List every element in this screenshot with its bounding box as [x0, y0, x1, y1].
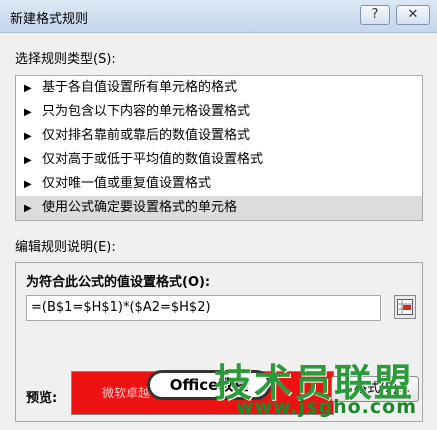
rule-type-item[interactable]: ▶ 仅对唯一值或重复值设置格式 [16, 172, 422, 196]
preview-label: 预览: [26, 391, 58, 406]
rule-type-item-label: 只为包含以下内容的单元格设置格式 [42, 104, 251, 119]
close-button[interactable]: ✕ [396, 5, 430, 25]
formula-input[interactable]: =(B$1=$H$1)*($A2=$H$2) [26, 295, 381, 321]
rule-type-item[interactable]: ▶ 基于各自值设置所有单元格的格式 [16, 76, 422, 100]
rule-type-item-label: 仅对唯一值或重复值设置格式 [42, 176, 212, 191]
triangle-right-icon: ▶ [24, 203, 32, 214]
window-title: 新建格式规则 [10, 12, 89, 27]
rule-type-label: 选择规则类型(S): [15, 52, 116, 67]
rule-type-item[interactable]: ▶ 仅对排名靠前或靠后的数值设置格式 [16, 124, 422, 148]
rule-type-item-label: 仅对排名靠前或靠后的数值设置格式 [42, 128, 251, 143]
rule-desc-label: 编辑规则说明(E): [15, 240, 116, 255]
title-bar: 新建格式规则 ? ✕ [0, 0, 437, 33]
rule-type-list: ▶ 基于各自值设置所有单元格的格式 ▶ 只为包含以下内容的单元格设置格式 ▶ 仅对排名… [15, 75, 423, 221]
triangle-right-icon: ▶ [24, 155, 32, 166]
rule-type-item-selected[interactable]: ▶ 使用公式确定要设置格式的单元格 [16, 196, 422, 220]
watermark-url: www.jsgho.com [236, 396, 417, 418]
rule-type-item-label: 使用公式确定要设置格式的单元格 [42, 200, 238, 215]
triangle-right-icon: ▶ [24, 179, 32, 190]
triangle-right-icon: ▶ [24, 131, 32, 142]
triangle-right-icon: ▶ [24, 107, 32, 118]
rule-type-item[interactable]: ▶ 只为包含以下内容的单元格设置格式 [16, 100, 422, 124]
formula-label: 为符合此公式的值设置格式(O): [26, 275, 211, 290]
help-button[interactable]: ? [360, 5, 390, 25]
range-select-button[interactable] [394, 295, 416, 319]
range-picker-icon [397, 299, 413, 315]
rule-type-item[interactable]: ▶ 仅对高于或低于平均值的数值设置格式 [16, 148, 422, 172]
rule-type-item-label: 仅对高于或低于平均值的数值设置格式 [42, 152, 264, 167]
triangle-right-icon: ▶ [24, 83, 32, 94]
rule-type-item-label: 基于各自值设置所有单元格的格式 [42, 80, 238, 95]
